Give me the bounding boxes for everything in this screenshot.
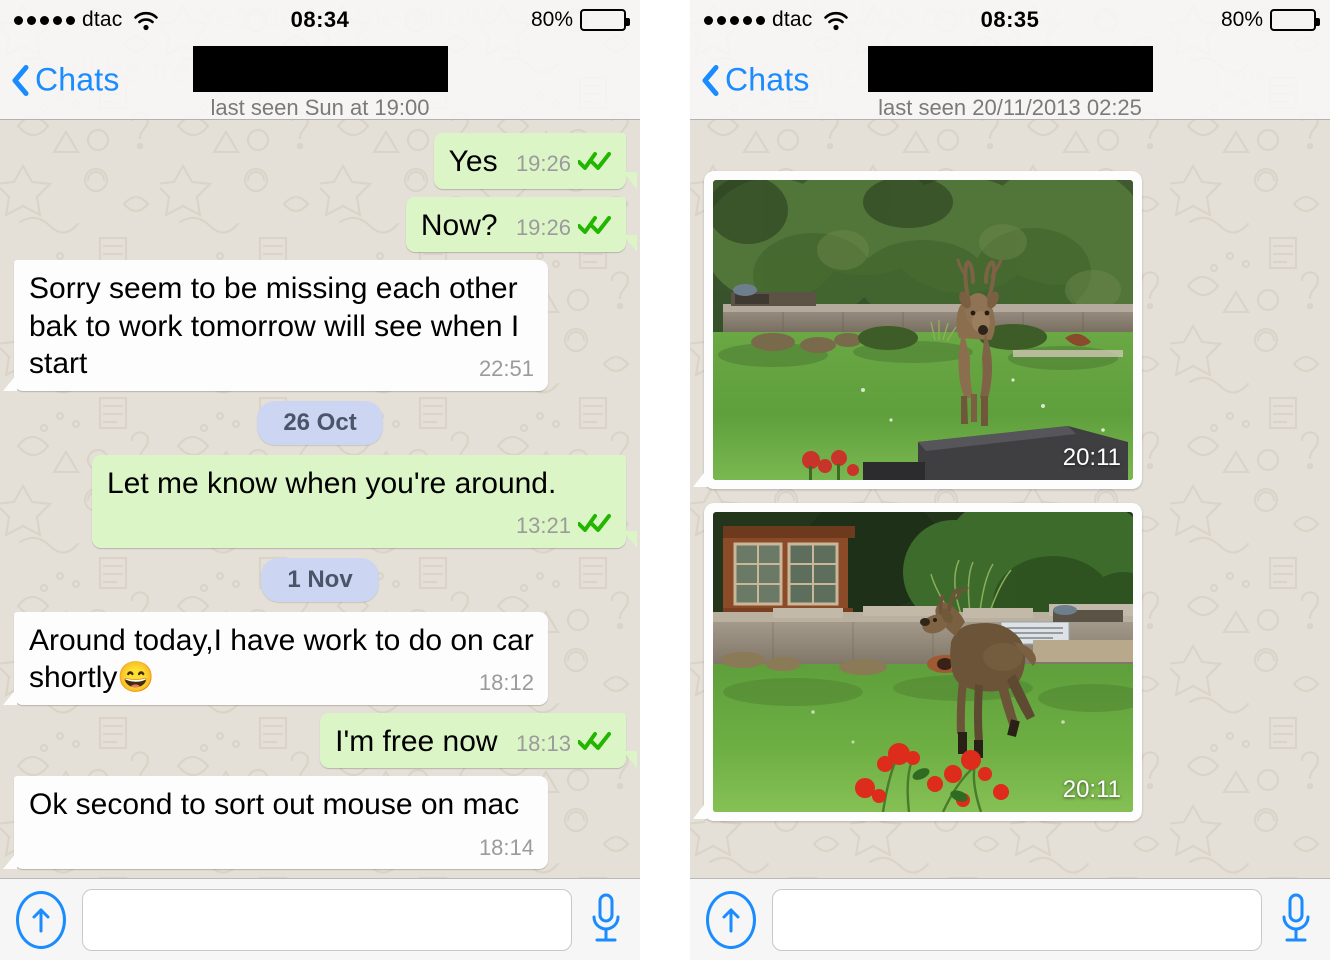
arrow-up-circle-icon[interactable] [706,890,756,949]
status-bar-carrier-group: dtac [704,8,849,32]
message-row: Let me know when you're around. 13:21 [0,451,640,552]
contact-name-redaction-bar [192,46,448,92]
image-timestamp: 20:11 [1062,444,1121,471]
photo-deer-standing[interactable]: 20:11 [713,180,1133,480]
status-bar-battery-group: 80% [1220,8,1320,32]
message-time: 22:51 [478,356,534,381]
battery-percent-label: 80% [530,8,573,31]
message-text: Yes [448,145,498,178]
message-meta: 19:26 [516,150,612,178]
message-time: 18:14 [478,834,534,860]
composer-toolbar-left [0,878,640,960]
message-meta: 18:13 [516,730,612,758]
message-row: Yes 19:26 [0,129,640,193]
message-row: 20:11 [690,129,1330,493]
message-text: Sorry seem to be missing each other bak … [29,272,520,380]
composer-toolbar-right [690,878,1330,960]
carrier-label: dtac [772,8,813,31]
status-bar-carrier-group: dtac [14,8,159,32]
photo-deer-walking[interactable]: 20:11 [713,512,1133,812]
message-time: 13:21 [515,513,571,538]
contact-name-redaction-bar [867,46,1153,92]
image-message-bubble[interactable]: 20:11 [693,171,1142,489]
message-bubble-outgoing[interactable]: Now? 19:26 [405,196,638,252]
battery-icon [1270,9,1320,31]
nav-bar-left: Chats last seen Sun at 19:00 [0,40,640,120]
carrier-label: dtac [82,8,123,31]
image-timestamp: 20:11 [1062,776,1121,803]
message-time: 18:13 [515,730,571,756]
status-bar-right: dtac 08:35 80% [690,0,1330,40]
status-bar-left: dtac 08:34 80% [0,0,640,40]
double-check-icon [577,214,612,242]
chevron-left-icon [12,65,29,96]
arrow-up-circle-icon[interactable] [16,890,66,949]
chevron-left-icon [702,65,719,96]
message-bubble-outgoing[interactable]: Let me know when you're around. 13:21 [92,454,637,548]
message-row: Now? 19:26 [0,193,640,257]
message-input-field[interactable] [772,888,1262,951]
message-time: 19:26 [515,151,571,176]
message-meta: 13:21 [516,512,612,540]
message-text: I'm free now [335,724,498,758]
message-bubble-incoming[interactable]: Sorry seem to be missing each other bak … [3,260,548,391]
message-time: 18:12 [478,670,534,695]
message-row: 20:11 [690,493,1330,825]
message-list-left[interactable]: Yes 19:26 Now? 19:26 Sorry seem to be mi… [0,121,640,878]
message-meta: 19:26 [516,214,612,242]
wifi-icon [133,10,159,31]
last-seen-label: last seen 20/11/2013 02:25 [878,95,1142,120]
signal-dots-icon [14,15,75,25]
message-bubble-outgoing[interactable]: Yes 19:26 [433,133,638,189]
battery-percent-label: 80% [1220,8,1263,31]
message-row: I'm free now 18:13 [0,709,640,773]
status-bar-battery-group: 80% [530,8,630,32]
message-input-field[interactable] [82,888,572,951]
message-time: 19:26 [515,214,571,240]
message-meta: 18:12 [479,669,534,697]
message-bubble-incoming[interactable]: Ok second to sort out mouse on mac 18:14 [3,776,548,869]
last-seen-label: last seen Sun at 19:00 [210,95,430,120]
microphone-icon[interactable] [588,891,624,949]
image-message-bubble[interactable]: 20:11 [693,503,1142,821]
message-text: Ok second to sort out mouse on mac [29,788,520,821]
date-separator-row: 26 Oct [0,395,640,451]
double-check-icon [577,730,612,758]
message-meta: 18:14 [479,834,534,862]
contact-title-block-right[interactable]: last seen 20/11/2013 02:25 [800,46,1220,121]
nav-bar-right: Chats last seen 20/11/2013 02:25 [690,40,1330,120]
double-check-icon [577,150,612,178]
message-text: Now? [420,208,498,242]
battery-icon [580,9,630,31]
message-row: Sorry seem to be missing each other bak … [0,256,640,395]
phone-screenshot-right: tweet the bus company Criminal offence 1… [690,0,1330,960]
back-label: Chats [35,61,120,97]
back-to-chats-button[interactable]: Chats [702,61,810,98]
back-label: Chats [725,61,810,97]
message-list-right[interactable]: 20:11 20:11 [690,121,1330,878]
grinning-face-emoji: 😄 [117,661,155,694]
message-text: Around today,I have work to do on car sh… [29,623,534,695]
message-meta: 22:51 [479,355,534,383]
contact-title-block-left[interactable]: last seen Sun at 19:00 [110,46,530,121]
message-bubble-outgoing[interactable]: I'm free now 18:13 [320,712,637,768]
date-separator-pill: 1 Nov [261,557,379,602]
date-separator-pill: 26 Oct [257,400,383,445]
signal-dots-icon [704,15,765,25]
message-row: Around today,I have work to do on car sh… [0,608,640,709]
message-text: Let me know when you're around. [107,466,557,500]
wifi-icon [823,10,849,31]
microphone-icon[interactable] [1278,891,1314,949]
date-separator-row: 1 Nov [0,552,640,608]
message-row: Ok second to sort out mouse on mac 18:14 [0,772,640,873]
message-bubble-incoming[interactable]: Around today,I have work to do on car sh… [3,611,548,705]
phone-screenshot-left: Yes do let me know Will be fre dtac 08:3… [0,0,640,960]
double-check-icon [577,512,612,540]
screenshot-stage: Yes do let me know Will be fre dtac 08:3… [0,0,1330,960]
back-to-chats-button[interactable]: Chats [12,61,120,98]
